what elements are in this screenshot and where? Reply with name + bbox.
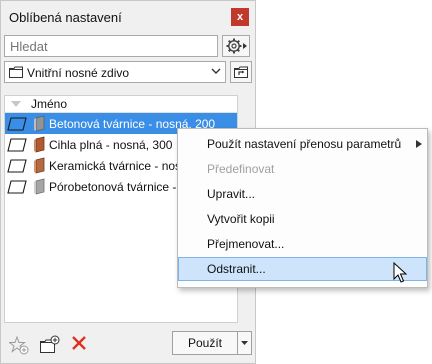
sort-triangle-icon [11,101,21,107]
context-menu: Použít nastavení přenosu parametrů Přede… [177,128,428,288]
menu-item-delete[interactable]: Odstranit... [178,257,427,281]
chevron-down-icon [211,68,221,74]
folder-up-icon [234,66,248,78]
brick-icon [34,178,45,195]
mouse-cursor-icon [393,262,407,283]
folder-icon [9,66,23,78]
submenu-arrow-icon [416,140,422,148]
brick-icon [34,136,45,153]
panel-title: Oblíbená nastavení [9,10,122,25]
menu-item-duplicate[interactable]: Vytvořit kopii [178,207,427,231]
favorite-item-icon [7,180,27,194]
list-header: Jméno [5,96,237,113]
menu-item-rename[interactable]: Přejmenovat... [178,232,427,256]
brick-icon [34,157,45,174]
apply-button-label: Použít [187,336,223,350]
favorite-item-icon [7,138,27,152]
search-field[interactable] [4,35,218,57]
menu-item-label: Upravit... [207,187,256,201]
close-button[interactable]: x [231,8,249,26]
list-item-label: Keramická tvárnice - nosná [49,159,195,173]
menu-item-label: Vytvořit kopii [207,212,275,226]
delete-icon[interactable] [71,335,87,351]
menu-item-edit[interactable]: Upravit... [178,182,427,206]
favorite-item-icon [7,159,27,173]
column-header-name: Jméno [31,97,68,111]
dropdown-arrow-icon [241,341,248,345]
brick-icon [34,115,45,132]
list-item-label: Cihla plná - nosná, 300 [49,138,173,152]
menu-item-label: Přejmenovat... [207,237,285,251]
folder-up-button[interactable] [230,61,252,83]
menu-item-label: Odstranit... [207,262,266,276]
title-bar: Oblíbená nastavení x [1,1,255,31]
menu-item-label: Předefinovat [207,162,275,176]
search-input[interactable] [5,36,217,56]
menu-item-redefine: Předefinovat [178,157,427,181]
close-icon: x [236,11,244,23]
menu-item-transfer-settings[interactable]: Použít nastavení přenosu parametrů [178,132,427,156]
gear-icon [226,38,247,54]
new-folder-icon[interactable] [39,335,61,355]
list-item-label: Pórobetonová tvárnice - [49,180,177,194]
apply-dropdown-button[interactable] [238,331,252,355]
favorite-item-icon [7,117,27,131]
menu-item-label: Použít nastavení přenosu parametrů [207,137,402,151]
settings-button[interactable] [222,35,250,57]
apply-button[interactable]: Použít [172,331,238,355]
folder-select-value: Vnitřní nosné zdivo [27,66,130,80]
add-favorite-icon[interactable] [9,335,29,355]
folder-select[interactable]: Vnitřní nosné zdivo [4,61,226,83]
gear-dropdown-arrow-icon [243,43,247,49]
